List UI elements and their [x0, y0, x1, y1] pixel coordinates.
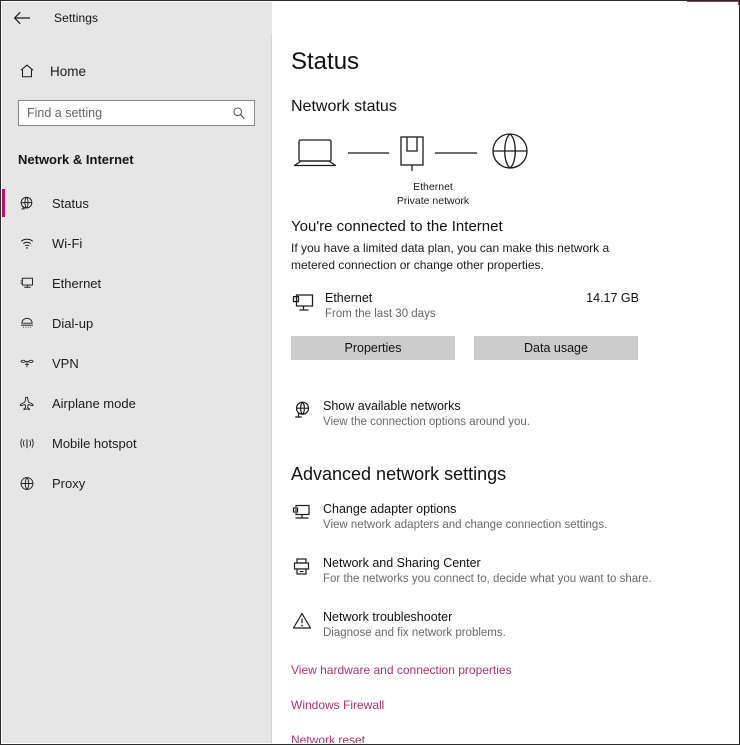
advanced-settings-list: Change adapter options View network adap…: [273, 501, 738, 641]
warning-triangle-icon: [291, 609, 323, 638]
sidebar-item-proxy-label: Proxy: [52, 476, 85, 491]
sharing-center-icon: [291, 555, 323, 584]
selection-indicator: [2, 429, 5, 457]
hotspot-icon: [18, 435, 46, 452]
network-sharing-center-subtitle: For the networks you connect to, decide …: [323, 571, 652, 587]
network-troubleshooter-text: Network troubleshooter Diagnose and fix …: [323, 609, 506, 641]
diagram-caption-line1: Ethernet: [373, 180, 493, 194]
network-sharing-center-text: Network and Sharing Center For the netwo…: [323, 555, 652, 587]
selection-indicator: [2, 229, 5, 257]
page-title: Status: [291, 48, 738, 76]
sidebar-item-ethernet[interactable]: Ethernet: [2, 263, 271, 303]
back-button[interactable]: [2, 3, 42, 33]
advanced-settings-heading: Advanced network settings: [291, 464, 738, 485]
sidebar-item-airplane-mode-label: Airplane mode: [52, 396, 136, 411]
show-available-networks-text: Show available networks View the connect…: [323, 398, 530, 430]
sidebar-item-status-label: Status: [52, 196, 89, 211]
footer-links: View hardware and connection properties …: [291, 663, 738, 743]
back-arrow-icon: [13, 11, 31, 25]
sidebar-item-home-label: Home: [50, 64, 86, 79]
connected-description: If you have a limited data plan, you can…: [291, 240, 651, 274]
ethernet-monitor-icon: [291, 290, 325, 320]
selection-indicator: [2, 389, 5, 417]
airplane-icon: [18, 395, 46, 412]
window-title: Settings: [54, 11, 98, 25]
properties-button[interactable]: Properties: [291, 336, 455, 360]
sidebar-item-dialup-label: Dial-up: [52, 316, 93, 331]
action-buttons: Properties Data usage: [291, 336, 738, 360]
network-troubleshooter-subtitle: Diagnose and fix network problems.: [323, 625, 506, 641]
selection-indicator: [2, 309, 5, 337]
network-reset-link[interactable]: Network reset: [291, 733, 738, 743]
sidebar-item-mobile-hotspot[interactable]: Mobile hotspot: [2, 423, 271, 463]
sidebar-item-dialup[interactable]: Dial-up: [2, 303, 271, 343]
sidebar-item-vpn-label: VPN: [52, 356, 79, 371]
dialup-icon: [18, 315, 46, 332]
network-status-heading: Network status: [291, 98, 738, 116]
main-content: Status Network status: [273, 2, 738, 743]
network-diagram: Ethernet Private network: [291, 132, 571, 208]
settings-window: Settings Home Network & Internet: [0, 0, 740, 745]
search-icon[interactable]: [232, 106, 254, 120]
ethernet-name: Ethernet: [325, 290, 586, 306]
selection-indicator: [2, 349, 5, 377]
show-available-networks-row[interactable]: Show available networks View the connect…: [291, 398, 738, 430]
status-globe-icon: [18, 195, 46, 212]
network-diagram-caption: Ethernet Private network: [373, 180, 493, 208]
diagram-caption-line2: Private network: [373, 194, 493, 208]
proxy-globe-icon: [18, 475, 46, 492]
selection-indicator: [2, 269, 5, 297]
sidebar-item-vpn[interactable]: VPN: [2, 343, 271, 383]
network-troubleshooter-title: Network troubleshooter: [323, 609, 506, 625]
sidebar-item-wifi-label: Wi-Fi: [52, 236, 82, 251]
data-usage-button[interactable]: Data usage: [474, 336, 638, 360]
sidebar-item-ethernet-label: Ethernet: [52, 276, 101, 291]
ethernet-period: From the last 30 days: [325, 306, 586, 322]
view-hardware-properties-link[interactable]: View hardware and connection properties: [291, 663, 738, 677]
change-adapter-options-subtitle: View network adapters and change connect…: [323, 517, 607, 533]
ethernet-icon: [18, 275, 46, 292]
network-globe-icon: [291, 398, 323, 427]
ethernet-data-used: 14.17 GB: [586, 290, 639, 305]
ethernet-usage-text: Ethernet From the last 30 days: [325, 290, 586, 322]
sidebar: Home Network & Internet: [2, 34, 272, 743]
network-sharing-center-title: Network and Sharing Center: [323, 555, 652, 571]
network-troubleshooter-row[interactable]: Network troubleshooter Diagnose and fix …: [291, 609, 738, 641]
title-bar: Settings: [2, 2, 272, 34]
network-sharing-center-row[interactable]: Network and Sharing Center For the netwo…: [291, 555, 738, 587]
wifi-icon: [18, 235, 46, 252]
windows-firewall-link[interactable]: Windows Firewall: [291, 698, 738, 712]
sidebar-item-home[interactable]: Home: [2, 54, 271, 88]
change-adapter-options-row[interactable]: Change adapter options View network adap…: [291, 501, 738, 533]
globe-icon: [493, 134, 527, 168]
selection-indicator: [2, 189, 5, 217]
sidebar-category-title: Network & Internet: [2, 152, 271, 167]
vpn-icon: [18, 355, 46, 372]
search-input[interactable]: [19, 106, 232, 120]
sidebar-item-mobile-hotspot-label: Mobile hotspot: [52, 436, 137, 451]
sidebar-item-airplane-mode[interactable]: Airplane mode: [2, 383, 271, 423]
change-adapter-options-text: Change adapter options View network adap…: [323, 501, 607, 533]
sidebar-item-wifi[interactable]: Wi-Fi: [2, 223, 271, 263]
connected-heading: You're connected to the Internet: [291, 218, 738, 235]
home-icon: [18, 62, 44, 80]
laptop-icon: [295, 140, 336, 166]
search-box[interactable]: [18, 100, 255, 126]
sidebar-nav: Status Wi-Fi: [2, 183, 271, 503]
adapter-monitor-icon: [291, 501, 323, 530]
show-available-networks-title: Show available networks: [323, 398, 530, 414]
sidebar-item-proxy[interactable]: Proxy: [2, 463, 271, 503]
ethernet-port-icon: [401, 137, 423, 171]
show-available-networks-subtitle: View the connection options around you.: [323, 414, 530, 430]
change-adapter-options-title: Change adapter options: [323, 501, 607, 517]
selection-indicator: [2, 469, 5, 497]
ethernet-usage-row: Ethernet From the last 30 days 14.17 GB: [291, 290, 639, 322]
sidebar-item-status[interactable]: Status: [2, 183, 271, 223]
